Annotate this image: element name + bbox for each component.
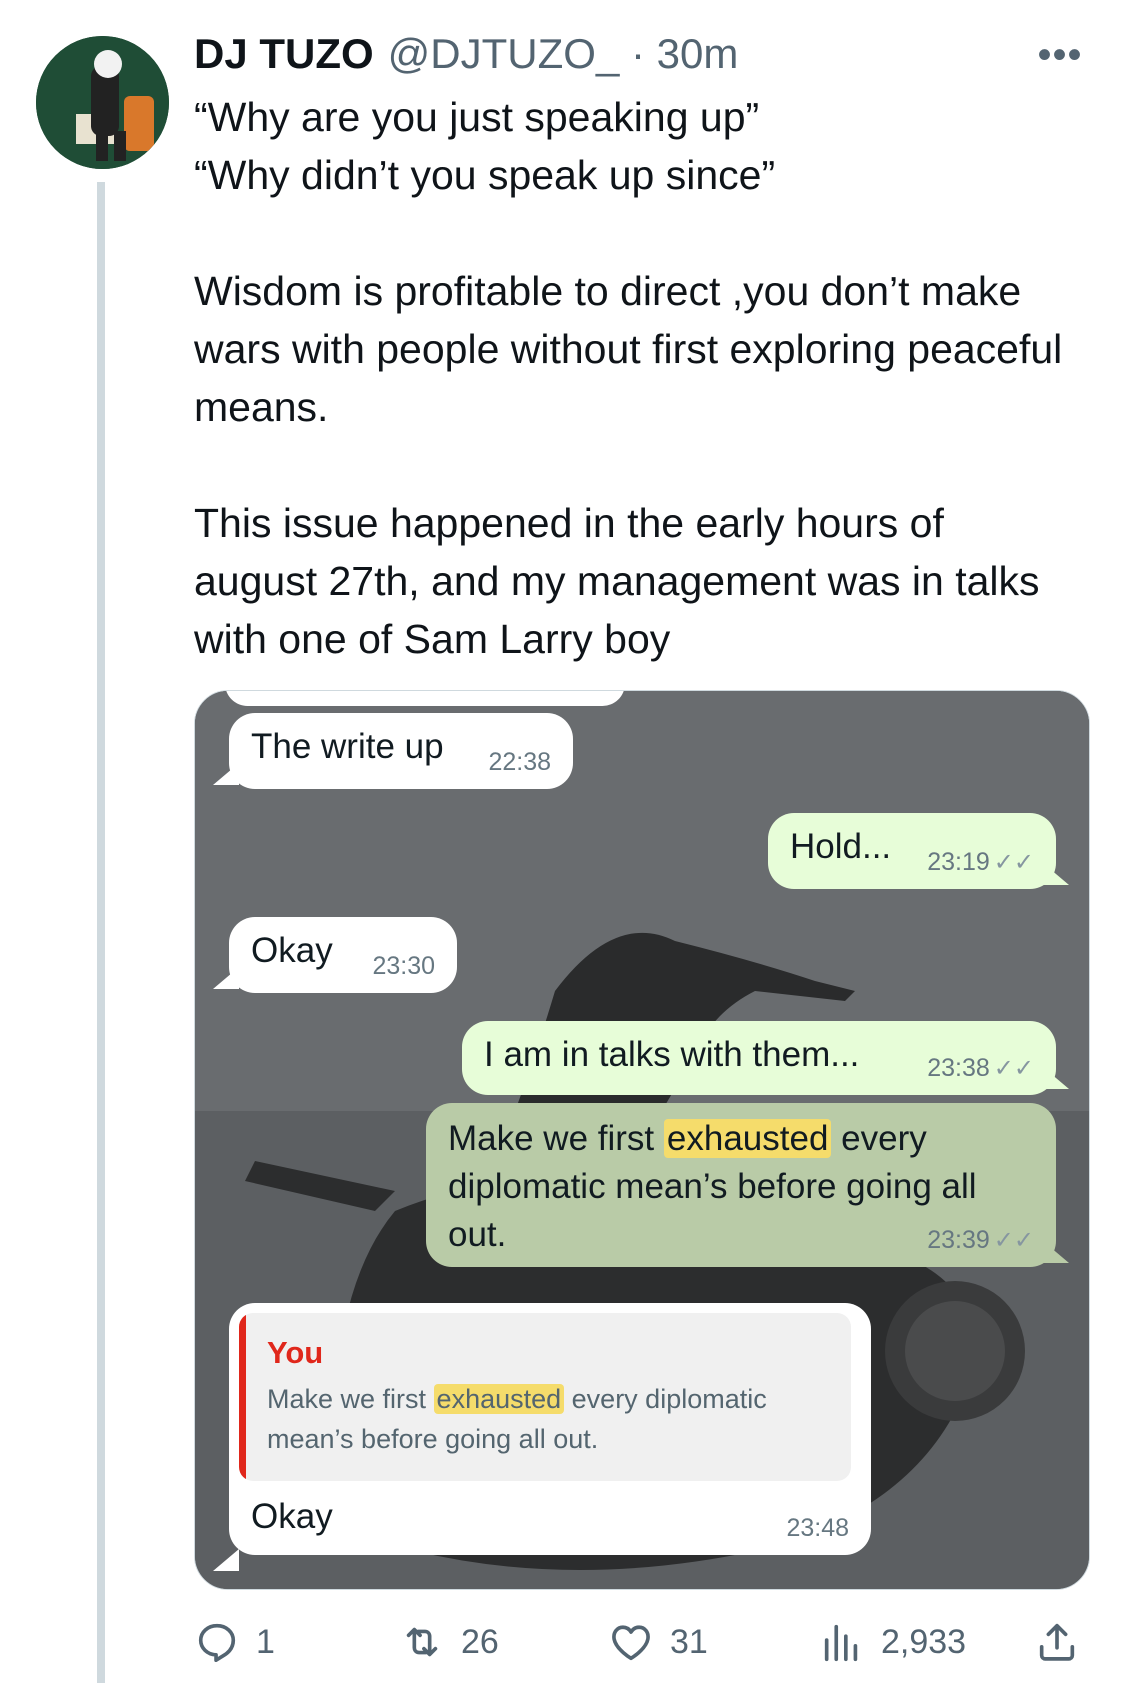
message-text: Okay bbox=[251, 931, 333, 970]
retweet-icon bbox=[406, 1627, 438, 1657]
more-dots-icon[interactable]: ••• bbox=[1035, 35, 1085, 75]
time-value: 23:19 bbox=[927, 848, 990, 876]
tweet-text: “Why are you just speaking up” “Why didn… bbox=[194, 94, 1063, 662]
message-time: 22:38 bbox=[488, 748, 551, 776]
read-ticks-icon: ✓✓ bbox=[993, 849, 1034, 876]
reply-count: 1 bbox=[256, 1622, 275, 1661]
message-text-part: Make we first bbox=[448, 1119, 664, 1158]
reply-icon bbox=[198, 1623, 236, 1663]
views-count: 2,933 bbox=[881, 1622, 967, 1661]
message-time: 23:48 bbox=[786, 1514, 849, 1542]
read-ticks-icon: ✓✓ bbox=[993, 1055, 1034, 1082]
search-highlight: exhausted bbox=[663, 1119, 832, 1158]
quote-accent-bar bbox=[239, 1313, 246, 1481]
chat-bubble-partial bbox=[225, 691, 625, 706]
retweet-count: 26 bbox=[461, 1622, 499, 1661]
tweet-header: DJ TUZO @DJTUZO_ · 30m bbox=[194, 30, 738, 86]
share-button[interactable] bbox=[1034, 1612, 1096, 1672]
chat-bubble-outgoing-selected[interactable]: Make we first exhausted every diplomatic… bbox=[426, 1103, 1056, 1267]
message-time: 23:19 ✓✓ bbox=[927, 848, 1034, 877]
message-time: 23:38 ✓✓ bbox=[927, 1054, 1034, 1083]
thread-line bbox=[97, 182, 105, 1683]
quoted-message[interactable]: You Make we first exhausted every diplom… bbox=[239, 1313, 851, 1481]
avatar[interactable] bbox=[36, 36, 169, 169]
avatar-image bbox=[36, 36, 169, 169]
reply-button[interactable]: 1 bbox=[194, 1612, 275, 1672]
quote-author: You bbox=[267, 1335, 324, 1370]
chat-bubble-incoming-reply[interactable]: You Make we first exhausted every diplom… bbox=[229, 1303, 871, 1555]
chat-bubble-incoming[interactable]: The write up 22:38 bbox=[229, 713, 573, 789]
read-ticks-icon: ✓✓ bbox=[993, 1227, 1034, 1254]
message-text: I am in talks with them... bbox=[484, 1035, 860, 1074]
time-value: 23:39 bbox=[927, 1226, 990, 1254]
tweet-media-image[interactable]: The write up 22:38 Hold... 23:19 ✓✓ Okay … bbox=[194, 690, 1090, 1590]
author-handle-time[interactable]: @DJTUZO_ · 30m bbox=[388, 30, 739, 78]
tweet-action-bar: 1 26 31 2,933 bbox=[194, 1612, 1094, 1672]
chat-bubble-outgoing[interactable]: I am in talks with them... 23:38 ✓✓ bbox=[462, 1021, 1056, 1095]
message-text: Okay bbox=[251, 1497, 333, 1536]
message-text: Hold... bbox=[790, 827, 892, 866]
chat-bubble-outgoing[interactable]: Hold... 23:19 ✓✓ bbox=[768, 813, 1056, 889]
like-button[interactable]: 31 bbox=[608, 1612, 708, 1672]
time-value: 23:38 bbox=[927, 1054, 990, 1082]
like-count: 31 bbox=[670, 1622, 708, 1661]
message-text-part: every bbox=[831, 1119, 927, 1158]
search-highlight: exhausted bbox=[433, 1384, 565, 1414]
views-icon bbox=[824, 1624, 858, 1662]
message-text-part: diplomatic mean’s before going all bbox=[448, 1167, 977, 1206]
bubble-tail bbox=[213, 1549, 239, 1571]
retweet-button[interactable]: 26 bbox=[399, 1612, 499, 1672]
views-button[interactable]: 2,933 bbox=[819, 1612, 966, 1672]
chat-bubble-incoming[interactable]: Okay 23:30 bbox=[229, 917, 457, 993]
message-text-part: out. bbox=[448, 1215, 507, 1254]
message-time: 23:30 bbox=[372, 952, 435, 980]
message-text: The write up bbox=[251, 727, 444, 766]
quote-text-part: Make we first bbox=[267, 1384, 434, 1414]
quote-text: Make we first exhausted every diplomatic… bbox=[267, 1379, 837, 1459]
share-icon bbox=[1039, 1623, 1075, 1661]
author-name[interactable]: DJ TUZO bbox=[194, 30, 374, 78]
heart-icon bbox=[612, 1625, 650, 1661]
message-time: 23:39 ✓✓ bbox=[927, 1226, 1034, 1255]
